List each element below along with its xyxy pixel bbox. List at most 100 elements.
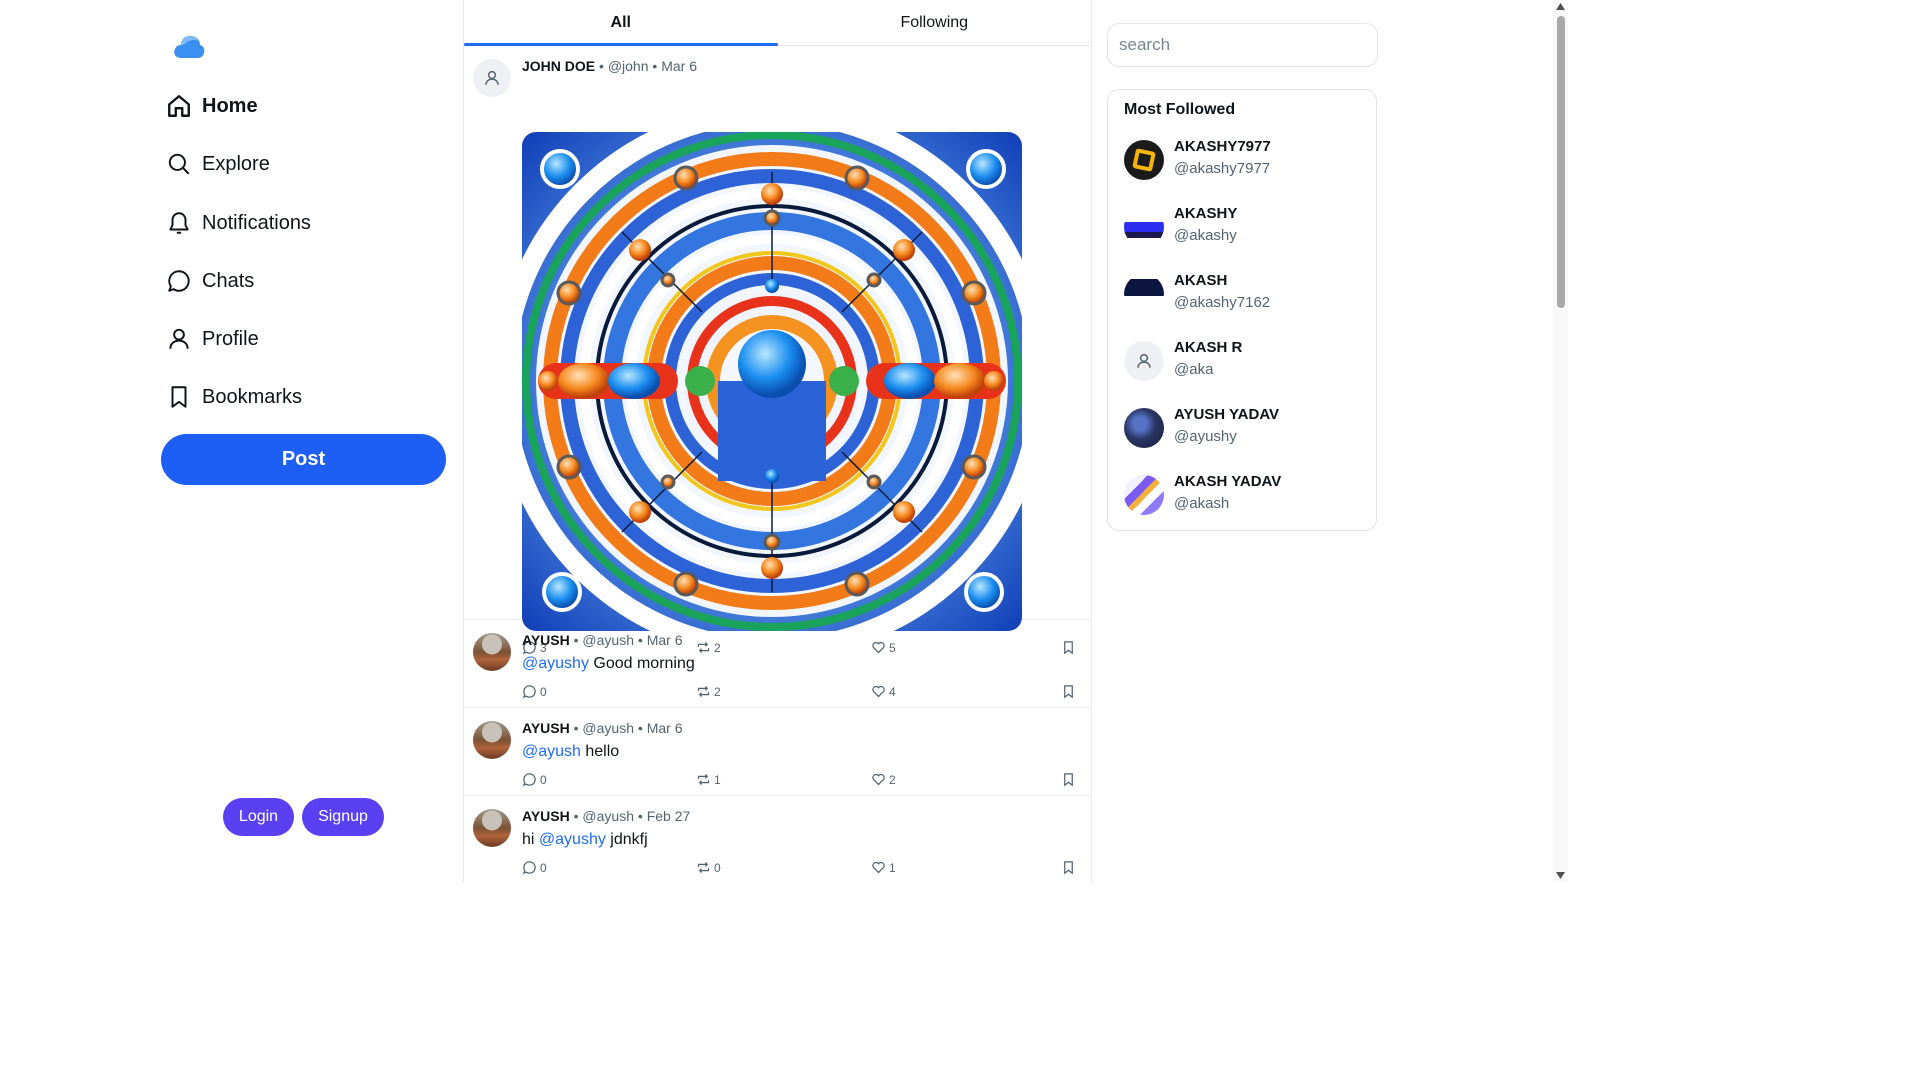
post-date: Mar 6: [661, 58, 697, 74]
post-author-name[interactable]: AYUSH: [522, 808, 570, 824]
repost-button[interactable]: 2: [696, 684, 721, 699]
post-author-handle[interactable]: @ayush: [582, 720, 634, 736]
like-button[interactable]: 4: [871, 684, 896, 699]
signup-button[interactable]: Signup: [302, 798, 384, 836]
user-icon: [169, 328, 189, 349]
page-scrollbar[interactable]: [1553, 0, 1568, 882]
post-author-handle[interactable]: @ayush: [582, 808, 634, 824]
mention-link[interactable]: @ayushy: [522, 655, 589, 672]
post-text: @ayushy Good morning: [522, 655, 695, 673]
follow-user-item[interactable]: AKASH R @aka: [1124, 338, 1364, 384]
avatar[interactable]: [473, 633, 511, 671]
search-icon: [168, 153, 190, 175]
scroll-thumb[interactable]: [1557, 16, 1565, 308]
bookmark-button[interactable]: [1061, 684, 1076, 699]
mandala-artwork: [522, 132, 1022, 631]
repost-count: 0: [714, 860, 721, 875]
nav-explore[interactable]: Explore: [166, 145, 270, 183]
post-button[interactable]: Post: [161, 434, 446, 485]
follow-user-name[interactable]: AKASH YADAV: [1174, 473, 1281, 490]
heart-icon: [872, 861, 885, 874]
cloud-logo[interactable]: [172, 30, 206, 62]
follow-user-name[interactable]: AKASHY: [1174, 205, 1237, 222]
like-button[interactable]: 2: [871, 772, 896, 787]
tab-all[interactable]: All: [464, 0, 778, 46]
post-item[interactable]: JOHN DOE • @john • Mar 6 3 2 5: [464, 46, 1091, 655]
separator: •: [573, 808, 579, 824]
mention-link[interactable]: @ayushy: [539, 831, 606, 848]
comment-icon: [522, 861, 536, 875]
repost-icon: [697, 774, 710, 785]
follow-user-item[interactable]: AKASH @akashy7162: [1124, 271, 1364, 317]
bookmark-icon: [1064, 685, 1073, 699]
repost-button[interactable]: 0: [696, 860, 721, 875]
avatar[interactable]: [1124, 408, 1164, 448]
most-followed-title: Most Followed: [1124, 101, 1236, 118]
post-author-name[interactable]: AYUSH: [522, 632, 570, 648]
feed-tabs: All Following: [464, 0, 1091, 46]
follow-user-name[interactable]: AYUSH YADAV: [1174, 406, 1279, 423]
post-image[interactable]: [522, 132, 1022, 631]
avatar[interactable]: [1124, 341, 1164, 381]
avatar[interactable]: [1124, 207, 1164, 247]
post-author-name[interactable]: AYUSH: [522, 720, 570, 736]
post-header: AYUSH • @ayush • Mar 6: [522, 720, 682, 736]
reply-count: 0: [540, 860, 547, 875]
repost-button[interactable]: 1: [696, 772, 721, 787]
nav-profile-label: Profile: [202, 327, 259, 350]
search-input[interactable]: [1107, 23, 1378, 67]
post-text: @ayush hello: [522, 743, 619, 761]
nav-home-label: Home: [202, 94, 258, 117]
follow-user-name[interactable]: AKASH R: [1174, 339, 1242, 356]
repost-icon: [697, 686, 710, 697]
reply-button[interactable]: 0: [522, 684, 547, 699]
nav-chats[interactable]: Chats: [166, 262, 254, 300]
post-author-handle[interactable]: @ayush: [582, 632, 634, 648]
post-header: AYUSH • @ayush • Mar 6: [522, 632, 682, 648]
tab-following[interactable]: Following: [778, 0, 1092, 45]
post-item[interactable]: AYUSH • @ayush • Feb 27 hi @ayushy jdnkf…: [464, 796, 1091, 882]
bookmark-button[interactable]: [1061, 772, 1076, 787]
follow-user-item[interactable]: AKASHY @akashy: [1124, 204, 1364, 250]
separator: •: [637, 808, 643, 824]
separator: •: [637, 720, 643, 736]
scroll-up-arrow-icon[interactable]: [1556, 3, 1565, 10]
nav-home[interactable]: Home: [166, 87, 258, 125]
mention-link[interactable]: @ayush: [522, 743, 581, 760]
avatar[interactable]: [473, 721, 511, 759]
bookmark-button[interactable]: [1061, 860, 1076, 875]
post-author-handle[interactable]: @john: [608, 58, 649, 74]
most-followed-card: Most Followed AKASHY7977 @akashy7977 AKA…: [1107, 89, 1377, 531]
post-text-after: hello: [580, 743, 620, 760]
follow-user-item[interactable]: AKASH YADAV @akash: [1124, 472, 1364, 518]
follow-user-handle: @akash: [1174, 495, 1230, 512]
post-item[interactable]: AYUSH • @ayush • Mar 6 @ayushy Good morn…: [464, 620, 1091, 708]
nav-profile[interactable]: Profile: [166, 320, 259, 358]
post-date: Mar 6: [646, 632, 683, 648]
nav-bookmarks[interactable]: Bookmarks: [166, 378, 302, 416]
follow-user-item[interactable]: AYUSH YADAV @ayushy: [1124, 405, 1364, 451]
post-text-before: hi: [522, 831, 539, 848]
feed: All Following JOHN DOE • @john • Mar 6 3…: [463, 0, 1092, 882]
scroll-down-arrow-icon[interactable]: [1556, 872, 1565, 879]
follow-user-handle: @akashy: [1174, 227, 1237, 244]
avatar[interactable]: [1124, 475, 1164, 515]
post-text-after: jdnkfj: [605, 831, 648, 848]
reply-button[interactable]: 0: [522, 860, 547, 875]
follow-user-name[interactable]: AKASH: [1174, 272, 1227, 289]
follow-user-name[interactable]: AKASHY7977: [1174, 138, 1271, 155]
like-count: 4: [889, 684, 896, 699]
nav-notifications[interactable]: Notifications: [166, 204, 311, 242]
like-button[interactable]: 1: [871, 860, 896, 875]
follow-user-item[interactable]: AKASHY7977 @akashy7977: [1124, 137, 1364, 183]
avatar[interactable]: [473, 59, 511, 97]
nav-bookmarks-label: Bookmarks: [202, 385, 303, 408]
avatar[interactable]: [473, 809, 511, 847]
left-sidebar: Home Explore Notifications Chats Profile…: [0, 0, 463, 882]
avatar[interactable]: [1124, 140, 1164, 180]
post-author-name[interactable]: JOHN DOE: [522, 58, 595, 74]
post-item[interactable]: AYUSH • @ayush • Mar 6 @ayush hello 0 1 …: [464, 708, 1091, 796]
avatar[interactable]: [1124, 274, 1164, 314]
reply-button[interactable]: 0: [522, 772, 547, 787]
login-button[interactable]: Login: [223, 798, 294, 836]
